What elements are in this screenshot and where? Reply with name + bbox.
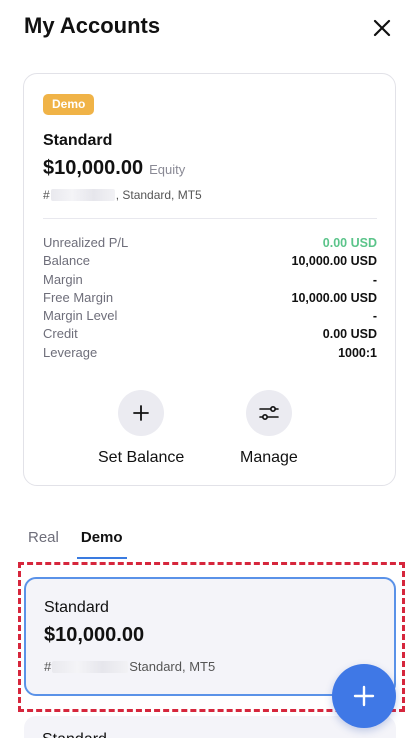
equity-label: Equity (149, 162, 186, 177)
account-stats: Unrealized P/L 0.00 USD Balance 10,000.0… (43, 234, 377, 362)
header: My Accounts (0, 0, 415, 56)
set-balance-label: Set Balance (98, 449, 185, 466)
stat-row-free-margin: Free Margin 10,000.00 USD (43, 289, 377, 307)
set-balance-button[interactable]: Set Balance (98, 390, 184, 467)
equity-value: $10,000.00 (43, 157, 144, 179)
page-title: My Accounts (24, 13, 161, 38)
stat-value: 0.00 USD (322, 236, 377, 250)
stat-value: 0.00 USD (322, 327, 377, 342)
account-meta-text: , Standard, MT5 (115, 188, 202, 202)
stat-label: Leverage (43, 344, 98, 360)
stat-label: Margin Level (43, 308, 118, 324)
account-list-item[interactable]: Standard (24, 716, 396, 738)
divider (43, 218, 377, 219)
plus-icon (353, 685, 375, 707)
stat-row-credit: Credit 0.00 USD (43, 325, 377, 343)
close-icon (373, 19, 391, 37)
stat-value: - (372, 309, 377, 324)
stat-label: Free Margin (43, 289, 114, 305)
stat-value: 1000:1 (338, 345, 377, 360)
add-account-button[interactable] (332, 664, 396, 728)
account-id-redacted (50, 189, 115, 201)
tab-demo[interactable]: Demo (76, 529, 127, 559)
manage-button[interactable]: Manage (240, 390, 298, 467)
stat-label: Margin (43, 271, 83, 287)
equity-row: $10,000.00 Equity (43, 157, 185, 180)
manage-icon-circle[interactable] (245, 390, 292, 436)
stat-row-margin: Margin - (43, 271, 377, 289)
close-button[interactable] (368, 14, 396, 42)
stat-label: Unrealized P/L (43, 235, 129, 250)
account-type: Standard (43, 132, 113, 149)
stat-value: 10,000.00 USD (291, 254, 377, 269)
account-mode-badge: Demo (43, 94, 95, 115)
tab-real[interactable]: Real (28, 529, 59, 559)
account-meta: # , Standard, MT5 (43, 188, 202, 202)
plus-icon (133, 405, 150, 421)
stat-label: Credit (43, 326, 78, 342)
stat-row-margin-level: Margin Level - (43, 307, 377, 325)
stat-value: 10,000.00 USD (291, 290, 377, 305)
set-balance-icon-circle[interactable] (118, 390, 165, 436)
stat-row-unrealized-pl: Unrealized P/L 0.00 USD (43, 234, 377, 252)
account-type-tabs: Real Demo (28, 529, 127, 559)
stat-row-leverage: Leverage 1000:1 (43, 344, 377, 362)
sliders-icon (259, 405, 279, 421)
stat-value: - (372, 272, 377, 287)
account-summary-card: Demo Standard $10,000.00 Equity # , Stan… (23, 73, 396, 486)
list-item-type: Standard (42, 731, 107, 738)
stat-label: Balance (43, 253, 90, 269)
manage-label: Manage (240, 449, 298, 466)
account-id-prefix: # (43, 188, 50, 202)
stat-row-balance: Balance 10,000.00 USD (43, 252, 377, 270)
